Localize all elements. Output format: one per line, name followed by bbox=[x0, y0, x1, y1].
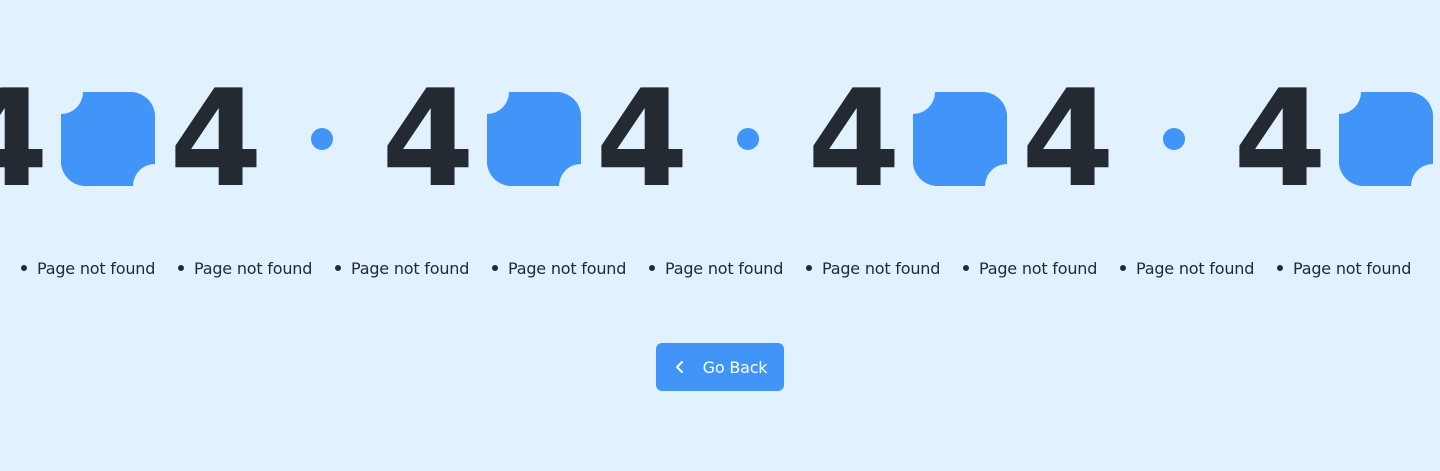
ticker-text: Page not found bbox=[351, 258, 470, 278]
bullet-icon bbox=[1277, 265, 1283, 271]
ticker-text: Page not found bbox=[1293, 258, 1412, 278]
digit-four: 4 bbox=[0, 61, 49, 217]
bullet-icon bbox=[21, 265, 27, 271]
dot-separator-icon bbox=[1163, 128, 1185, 150]
bullet-icon bbox=[492, 265, 498, 271]
ticker-text: Page not found bbox=[194, 258, 313, 278]
go-back-label: Go Back bbox=[702, 357, 768, 377]
ticker-item: Page not found bbox=[1277, 259, 1434, 278]
go-back-button[interactable]: Go Back bbox=[656, 343, 784, 391]
ticker-item: Page not found bbox=[335, 259, 492, 278]
chevron-left-icon bbox=[675, 361, 683, 373]
clover-zero-icon bbox=[1339, 92, 1433, 186]
ticker-item: Page not found bbox=[492, 259, 649, 278]
digit-four: 4 bbox=[169, 61, 262, 217]
ticker-item: Page not found bbox=[0, 259, 21, 278]
bullet-icon bbox=[963, 265, 969, 271]
ticker-text: Page not found bbox=[979, 258, 1098, 278]
digit-four: 4 bbox=[807, 61, 900, 217]
bullet-icon bbox=[335, 265, 341, 271]
digit-four: 4 bbox=[381, 61, 474, 217]
bullet-icon bbox=[649, 265, 655, 271]
bullet-icon bbox=[806, 265, 812, 271]
clover-zero-icon bbox=[61, 92, 155, 186]
error-code-404: 44 bbox=[381, 61, 688, 217]
bullet-icon bbox=[178, 265, 184, 271]
ticker-item: Page not found bbox=[806, 259, 963, 278]
clover-zero-icon bbox=[913, 92, 1007, 186]
ticker-item: Page not found bbox=[1120, 259, 1277, 278]
error-code-404: 44 bbox=[0, 61, 263, 217]
ticker-item: Page not found bbox=[649, 259, 806, 278]
page-not-found-ticker: Page not found Page not found Page not fou… bbox=[0, 255, 1434, 281]
ticker-item: Page not found bbox=[178, 259, 335, 278]
error-code-404: 44 bbox=[1233, 61, 1440, 217]
ticker-text: Page not found bbox=[822, 258, 941, 278]
ticker-item: Page not found bbox=[21, 259, 178, 278]
ticker-text: Page not found bbox=[665, 258, 784, 278]
bullet-icon bbox=[1120, 265, 1126, 271]
digit-four: 4 bbox=[595, 61, 688, 217]
ticker-text: Page not found bbox=[1136, 258, 1255, 278]
dot-separator-icon bbox=[311, 128, 333, 150]
digit-four: 4 bbox=[1233, 61, 1326, 217]
clover-zero-icon bbox=[487, 92, 581, 186]
dot-separator-icon bbox=[737, 128, 759, 150]
digit-four: 4 bbox=[1021, 61, 1114, 217]
error-code-404: 44 bbox=[807, 61, 1114, 217]
ticker-item: Page not found bbox=[963, 259, 1120, 278]
ticker-text: Page not found bbox=[37, 258, 156, 278]
ticker-text: Page not found bbox=[508, 258, 627, 278]
error-code-marquee: 44444444 bbox=[0, 61, 1440, 217]
error-page: 44444444 Page not foundPage not foundPag… bbox=[0, 0, 1440, 471]
